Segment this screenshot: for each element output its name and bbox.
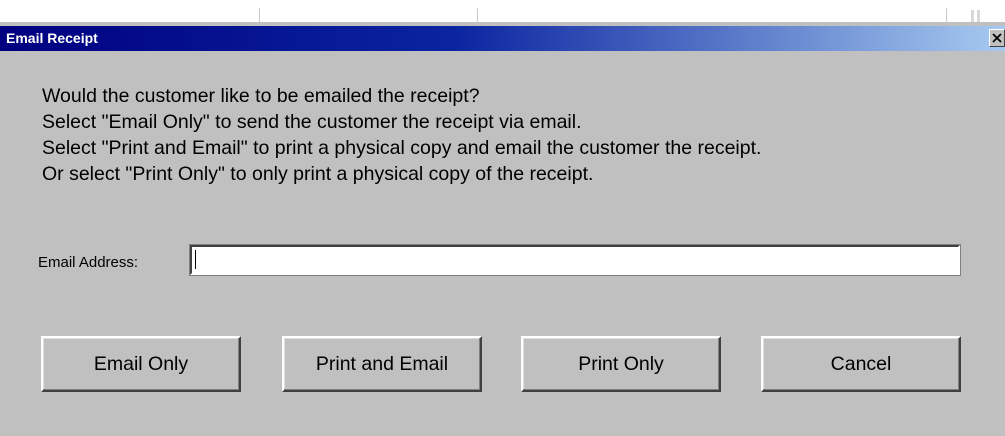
email-address-field[interactable] bbox=[189, 244, 961, 276]
print-only-button[interactable]: Print Only bbox=[521, 336, 721, 392]
cancel-button[interactable]: Cancel bbox=[761, 336, 961, 392]
message-line: Would the customer like to be emailed th… bbox=[42, 85, 480, 107]
message-line: Or select "Print Only" to only print a p… bbox=[42, 163, 594, 185]
email-only-button[interactable]: Email Only bbox=[41, 336, 241, 392]
dialog-message: Would the customer like to be emailed th… bbox=[42, 83, 982, 187]
text-caret bbox=[195, 250, 196, 269]
print-and-email-button[interactable]: Print and Email bbox=[282, 336, 482, 392]
dialog-titlebar[interactable]: Email Receipt bbox=[0, 26, 1005, 51]
grid-divider bbox=[259, 8, 260, 22]
grid-divider bbox=[477, 8, 478, 22]
message-line: Select "Print and Email" to print a phys… bbox=[42, 137, 762, 159]
scrollbar-fragment bbox=[971, 10, 1005, 22]
background-window bbox=[0, 0, 1005, 22]
message-line: Select "Email Only" to send the customer… bbox=[42, 111, 582, 133]
email-receipt-dialog: Email Receipt Would the customer like to… bbox=[0, 22, 1005, 436]
email-address-label: Email Address: bbox=[38, 254, 139, 271]
close-icon bbox=[992, 33, 1002, 43]
grid-divider bbox=[946, 8, 947, 22]
dialog-title: Email Receipt bbox=[6, 30, 98, 46]
close-button[interactable] bbox=[989, 29, 1005, 47]
